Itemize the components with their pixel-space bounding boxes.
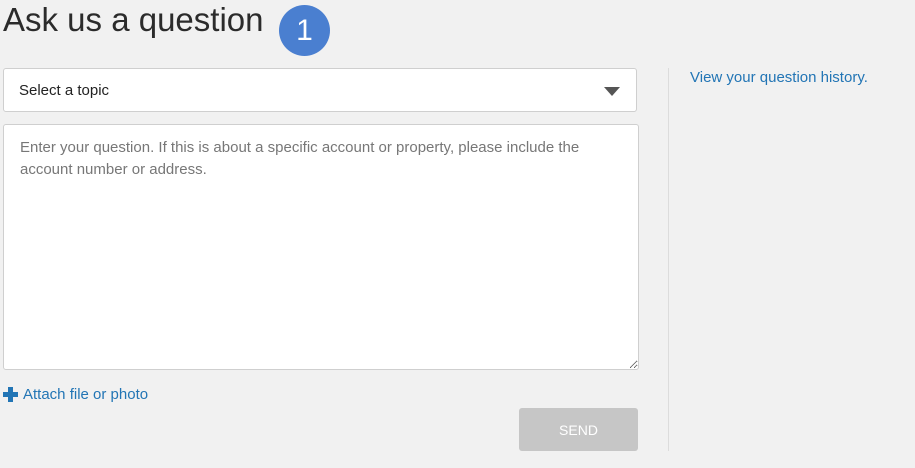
attach-file-label: Attach file or photo (23, 386, 149, 403)
topic-select-value: Select a topic (19, 82, 110, 99)
chevron-down-icon (604, 87, 620, 96)
topic-select[interactable]: Select a topic (3, 68, 637, 112)
vertical-divider (668, 68, 669, 451)
question-history-link[interactable]: View your question history. (690, 69, 868, 86)
plus-icon (3, 387, 18, 402)
step-badge: 1 (279, 5, 330, 56)
send-button[interactable]: SEND (519, 408, 638, 451)
attach-file-link[interactable]: Attach file or photo (3, 386, 148, 403)
question-textarea[interactable] (3, 124, 639, 370)
page-title: Ask us a question (3, 1, 264, 38)
